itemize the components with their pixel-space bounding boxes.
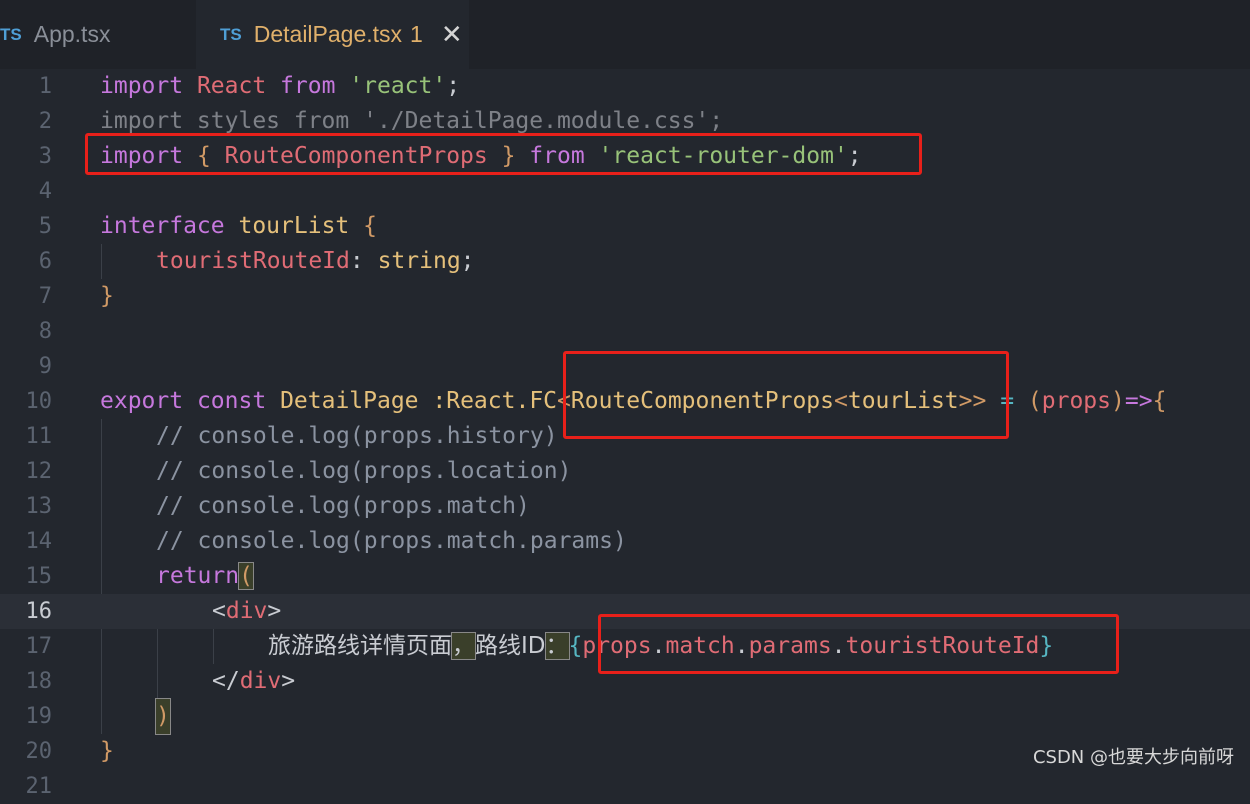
token: ; [460,248,475,274]
token: interface [100,213,225,239]
line-number: 4 [38,179,52,204]
token: </ [212,668,240,694]
token: 旅游路线详情页面 [268,633,452,659]
line-number: 10 [25,389,53,414]
token: ： [544,632,570,660]
token: ; [446,73,461,99]
code-line: 12 // console.log(props.location) [0,454,1250,489]
code-text: interface tourList { [100,209,377,244]
code-comment: // console.log(props.location) [156,458,572,484]
close-tab-icon[interactable]: ✕ [441,19,463,50]
token: export [100,388,184,414]
line-number: 6 [38,249,52,274]
line-number: 1 [38,74,52,99]
token: from [280,73,336,99]
code-text: } [100,283,114,309]
code-line: 5 interface tourList { [0,209,1250,244]
highlight-box-params [598,614,1119,674]
code-line: 14 // console.log(props.match.params) [0,524,1250,559]
line-number: 17 [25,634,53,659]
code-text: import React from 'react'; [100,69,460,104]
token: 路线ID [475,633,546,659]
code-comment: // console.log(props.history) [156,423,558,449]
code-comment: // console.log(props.match.params) [156,528,627,554]
token: string [377,248,461,274]
code-text: </div> [212,664,295,699]
token: ( [238,562,254,590]
line-number: 15 [25,564,53,589]
code-comment: // console.log(props.match) [156,493,530,519]
highlight-box-generic-type [563,351,1009,439]
token: DetailPage [280,388,419,414]
token: :React.FC [418,388,558,414]
token: { [1152,388,1167,414]
token: : [349,248,378,274]
code-line: 13 // console.log(props.match) [0,489,1250,524]
line-number: 20 [25,739,53,764]
line-number: 5 [38,214,52,239]
token: > [281,668,296,694]
code-line: 6 touristRouteId: string; [0,244,1250,279]
code-line: 7 } [0,279,1250,314]
line-number: 2 [38,109,52,134]
line-number: 21 [25,774,53,799]
code-text: return( [156,559,254,594]
line-number: 11 [25,424,53,449]
code-line: 1 import React from 'react'; [0,69,1250,104]
editor-tab-bar: TS App.tsx TS DetailPage.tsx 1 ✕ [0,0,1250,69]
line-number: 7 [38,284,52,309]
token: < [212,598,226,624]
code-line: 19 ) [0,698,1250,735]
tab-detailpage-tsx[interactable]: TS DetailPage.tsx 1 ✕ [196,0,469,69]
token: ( [1027,388,1042,414]
code-text: <div> [212,594,281,629]
code-line: 15 return( [0,559,1250,594]
token: React [183,73,281,99]
line-number: 13 [25,494,53,519]
line-number: 9 [38,354,52,379]
line-number: 14 [25,529,53,554]
line-number: 12 [25,459,53,484]
line-number: 16 [25,599,53,624]
code-line: 21 [0,769,1250,804]
token: => [1124,388,1153,414]
token: tourList [238,213,350,239]
token: return [156,563,240,589]
code-text: } [100,738,114,764]
line-number: 19 [25,704,53,729]
token: { [568,633,583,659]
token: 'react' [349,73,447,99]
tab-label: App.tsx [33,21,111,47]
code-text: ) [155,698,171,735]
highlight-box-import [85,133,922,175]
token: touristRouteId [156,248,350,274]
watermark: CSDN @也要大步向前呀 [1032,747,1234,768]
tab-app-tsx[interactable]: TS App.tsx [0,0,195,69]
tab-label: DetailPage.tsx [253,21,403,47]
token: ) [1111,388,1125,414]
token: import [100,73,184,99]
problem-count-badge: 1 [410,21,423,47]
token: { [363,213,377,239]
token: const [196,388,267,414]
token: div [239,668,282,694]
line-number: 18 [25,669,53,694]
typescript-file-icon: TS [0,24,22,44]
line-number: 8 [38,319,52,344]
typescript-file-icon: TS [220,24,242,44]
token: props [1041,388,1111,414]
token: ， [451,632,476,660]
code-line: 8 [0,314,1250,349]
line-number: 3 [38,144,52,169]
token: div [225,598,268,624]
code-line: 4 [0,174,1250,209]
token: > [267,598,282,624]
code-text: touristRouteId: string; [156,244,475,279]
